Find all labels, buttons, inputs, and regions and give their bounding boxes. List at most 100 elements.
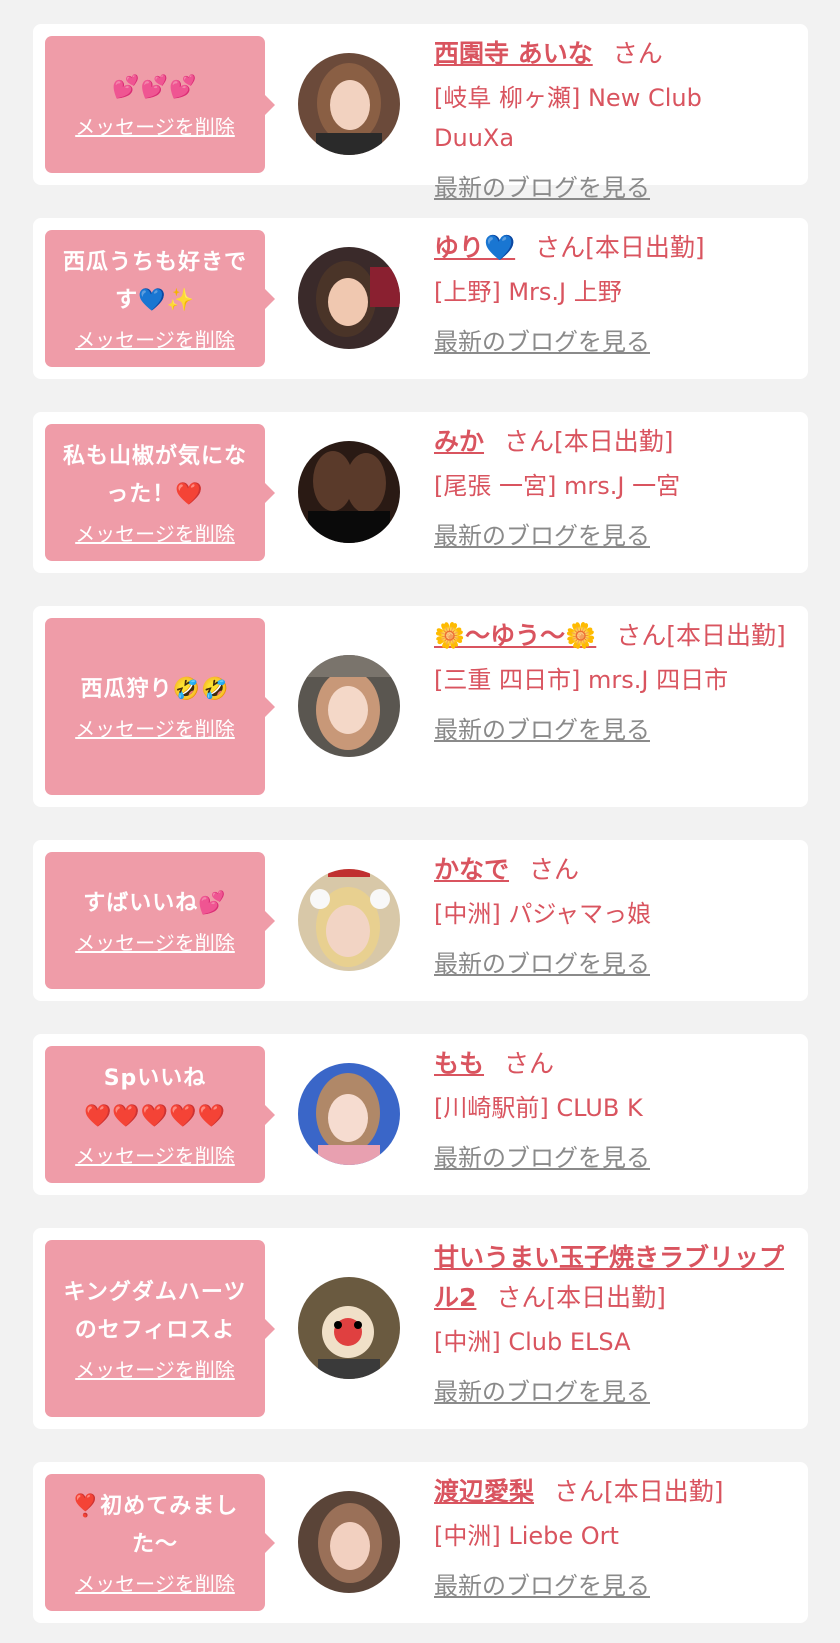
delete-message-link[interactable]: メッセージを削除 bbox=[75, 1142, 235, 1170]
name-suffix: さん[本日出勤] bbox=[616, 621, 786, 650]
woman-portrait-icon bbox=[298, 1491, 400, 1593]
message-bubble: すばいいね💕 メッセージを削除 bbox=[45, 852, 275, 989]
cast-name-link[interactable]: みか bbox=[434, 427, 484, 456]
name-line: 渡辺愛梨 さん[本日出勤] bbox=[434, 1472, 789, 1512]
shop-name: [尾張 一宮] mrs.J 一宮 bbox=[434, 472, 681, 500]
name-line: 🌼〜ゆう〜🌼 さん[本日出勤] bbox=[434, 616, 789, 656]
name-suffix: さん bbox=[504, 1049, 555, 1078]
list-item: ❣️初めてみまし た〜 メッセージを削除 渡辺愛梨 さん[本日出勤] [中洲] L… bbox=[33, 1462, 808, 1623]
cast-name-link[interactable]: 渡辺愛梨 bbox=[434, 1477, 534, 1506]
profile-info: 渡辺愛梨 さん[本日出勤] [中洲] Liebe Ort 最新のブログを見る bbox=[434, 1472, 789, 1606]
delete-message-link[interactable]: メッセージを削除 bbox=[75, 326, 235, 354]
profile-info: 🌼〜ゆう〜🌼 さん[本日出勤] [三重 四日市] mrs.J 四日市 最新のブログ… bbox=[434, 616, 789, 750]
name-line: 西園寺 あいな さん bbox=[434, 34, 789, 74]
avatar[interactable] bbox=[298, 53, 400, 155]
name-suffix: さん bbox=[529, 855, 580, 884]
avatar[interactable] bbox=[298, 655, 400, 757]
latest-blog-link[interactable]: 最新のブログを見る bbox=[434, 168, 789, 208]
shop-name: [中洲] Liebe Ort bbox=[434, 1522, 619, 1550]
cast-name-link[interactable]: 西園寺 あいな bbox=[434, 39, 593, 68]
woman-portrait-icon bbox=[298, 655, 400, 757]
message-line: た〜 bbox=[131, 1531, 178, 1557]
message-line: 私も山椒が気にな bbox=[62, 443, 247, 469]
message-bubble: キングダムハーツ のセフィロスよ メッセージを削除 bbox=[45, 1240, 275, 1417]
list-item: 西瓜狩り🤣🤣 メッセージを削除 🌼〜ゆう〜🌼 さん[本日出勤] [三重 四日市] … bbox=[33, 606, 808, 807]
cast-name-link[interactable]: ゆり💙 bbox=[434, 233, 515, 262]
delete-message-link[interactable]: メッセージを削除 bbox=[75, 520, 235, 548]
list-item: キングダムハーツ のセフィロスよ メッセージを削除 甘いうまい玉子焼きラブリップ… bbox=[33, 1228, 808, 1429]
shop-name: [中洲] Club ELSA bbox=[434, 1328, 631, 1356]
message-text: ❣️初めてみまし た〜 bbox=[72, 1488, 238, 1564]
message-bubble: 西瓜狩り🤣🤣 メッセージを削除 bbox=[45, 618, 275, 795]
latest-blog-link[interactable]: 最新のブログを見る bbox=[434, 1138, 789, 1178]
name-line: みか さん[本日出勤] bbox=[434, 422, 789, 462]
name-line: 甘いうまい玉子焼きラブリップル2 さん[本日出勤] bbox=[434, 1238, 789, 1318]
delete-message-link[interactable]: メッセージを削除 bbox=[75, 715, 235, 743]
profile-info: 西園寺 あいな さん [岐阜 柳ヶ瀬] New Club DuuXa 最新のブログ… bbox=[434, 34, 789, 208]
shop-name: [川崎駅前] CLUB K bbox=[434, 1094, 643, 1122]
message-line: ❣️初めてみまし bbox=[71, 1493, 239, 1519]
profile-info: かなで さん [中洲] パジャマっ娘 最新のブログを見る bbox=[434, 850, 789, 984]
latest-blog-link[interactable]: 最新のブログを見る bbox=[434, 944, 789, 984]
delete-message-link[interactable]: メッセージを削除 bbox=[75, 1356, 235, 1384]
message-bubble: 西瓜うちも好きで す💙✨ メッセージを削除 bbox=[45, 230, 275, 367]
message-bubble: 私も山椒が気にな った！❤️ メッセージを削除 bbox=[45, 424, 275, 561]
name-suffix: さん bbox=[612, 39, 663, 68]
name-line: ゆり💙 さん[本日出勤] bbox=[434, 228, 789, 268]
mascot-mask-icon bbox=[298, 1277, 400, 1379]
message-line: 西瓜うちも好きで bbox=[62, 249, 247, 275]
latest-blog-link[interactable]: 最新のブログを見る bbox=[434, 1372, 789, 1412]
delete-message-link[interactable]: メッセージを削除 bbox=[75, 113, 235, 141]
name-suffix: さん[本日出勤] bbox=[496, 1283, 666, 1312]
message-line: すばいいね💕 bbox=[83, 890, 227, 916]
woman-portrait-icon bbox=[298, 1063, 400, 1165]
avatar[interactable] bbox=[298, 1063, 400, 1165]
profile-info: もも さん [川崎駅前] CLUB K 最新のブログを見る bbox=[434, 1044, 789, 1178]
profile-info: みか さん[本日出勤] [尾張 一宮] mrs.J 一宮 最新のブログを見る bbox=[434, 422, 789, 556]
latest-blog-link[interactable]: 最新のブログを見る bbox=[434, 1566, 789, 1606]
message-line: キングダムハーツ bbox=[63, 1279, 247, 1305]
message-line: ❤️❤️❤️❤️❤️ bbox=[84, 1103, 226, 1129]
list-item: 西瓜うちも好きで す💙✨ メッセージを削除 ゆり💙 さん[本日出勤] [上野] M… bbox=[33, 218, 808, 379]
cast-name-link[interactable]: 🌼〜ゆう〜🌼 bbox=[434, 621, 596, 650]
shop-name: [三重 四日市] mrs.J 四日市 bbox=[434, 666, 729, 694]
message-text: Spいいね ❤️❤️❤️❤️❤️ bbox=[84, 1060, 226, 1136]
message-line: す💙✨ bbox=[115, 287, 195, 313]
message-bubble: 💕💕💕 メッセージを削除 bbox=[45, 36, 275, 173]
shop-name: [岐阜 柳ヶ瀬] New Club DuuXa bbox=[434, 84, 702, 152]
woman-portrait-icon bbox=[298, 247, 400, 349]
message-text: 西瓜狩り🤣🤣 bbox=[81, 671, 230, 709]
message-line: 💕💕💕 bbox=[112, 74, 198, 100]
message-line: った！❤️ bbox=[106, 481, 204, 507]
list-item: 💕💕💕 メッセージを削除 西園寺 あいな さん [岐阜 柳ヶ瀬] New Club… bbox=[33, 24, 808, 202]
latest-blog-link[interactable]: 最新のブログを見る bbox=[434, 516, 789, 556]
latest-blog-link[interactable]: 最新のブログを見る bbox=[434, 322, 789, 362]
delete-message-link[interactable]: メッセージを削除 bbox=[75, 929, 235, 957]
avatar[interactable] bbox=[298, 1491, 400, 1593]
cast-name-link[interactable]: かなで bbox=[434, 855, 509, 884]
favorites-list: 💕💕💕 メッセージを削除 西園寺 あいな さん [岐阜 柳ヶ瀬] New Club… bbox=[0, 0, 840, 1643]
list-item: すばいいね💕 メッセージを削除 かなで さん [中洲] パジャマっ娘 最新のブログ… bbox=[33, 840, 808, 1001]
message-line: 西瓜狩り🤣🤣 bbox=[80, 676, 230, 702]
shop-name: [中洲] パジャマっ娘 bbox=[434, 900, 652, 928]
message-text: すばいいね💕 bbox=[83, 885, 226, 923]
avatar[interactable] bbox=[298, 869, 400, 971]
legs-photo-icon bbox=[298, 441, 400, 543]
message-text: 💕💕💕 bbox=[112, 69, 197, 107]
message-text: キングダムハーツ のセフィロスよ bbox=[64, 1274, 247, 1350]
message-text: 西瓜うちも好きで す💙✨ bbox=[63, 244, 247, 320]
shop-name: [上野] Mrs.J 上野 bbox=[434, 278, 622, 306]
message-line: Spいいね bbox=[103, 1065, 207, 1091]
list-item: Spいいね ❤️❤️❤️❤️❤️ メッセージを削除 もも さん [川崎駅前] CL… bbox=[33, 1034, 808, 1195]
avatar[interactable] bbox=[298, 441, 400, 543]
cast-name-link[interactable]: もも bbox=[434, 1049, 484, 1078]
avatar[interactable] bbox=[298, 247, 400, 349]
profile-info: 甘いうまい玉子焼きラブリップル2 さん[本日出勤] [中洲] Club ELSA … bbox=[434, 1238, 789, 1412]
delete-message-link[interactable]: メッセージを削除 bbox=[75, 1570, 235, 1598]
avatar[interactable] bbox=[298, 1277, 400, 1379]
message-text: 私も山椒が気にな った！❤️ bbox=[63, 438, 247, 514]
name-line: かなで さん bbox=[434, 850, 789, 890]
name-suffix: さん[本日出勤] bbox=[535, 233, 705, 262]
latest-blog-link[interactable]: 最新のブログを見る bbox=[434, 710, 789, 750]
name-line: もも さん bbox=[434, 1044, 789, 1084]
